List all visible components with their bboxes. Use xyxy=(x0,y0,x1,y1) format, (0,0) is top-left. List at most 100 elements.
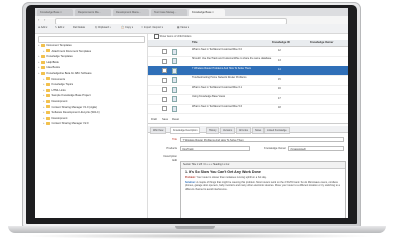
draft-tab[interactable]: Draft xyxy=(151,117,157,123)
copy-button[interactable]: 📋 Copy ▾ xyxy=(121,26,133,29)
tree-item[interactable]: + Development xyxy=(43,99,67,104)
table-row[interactable]: What is New in TechExcel CustomerWise 5.… xyxy=(148,104,348,114)
tab-knowledge-description[interactable]: Knowledge Description xyxy=(170,126,201,134)
clipboard-button[interactable]: ⎘ Clipboard ▾ xyxy=(95,26,111,29)
document-icon xyxy=(172,67,177,74)
tree-item[interactable]: + Idea Books xyxy=(38,65,60,70)
row-checkbox[interactable] xyxy=(162,106,167,111)
editor-content[interactable]: 1. It's So Slow You Can't Get Any Work D… xyxy=(185,170,341,193)
tree-item-label: Knowledge Templates xyxy=(46,55,73,59)
browser-tab[interactable]: Development Mana... xyxy=(113,9,149,16)
tab-linked-knowledge[interactable]: Linked Knowledge xyxy=(264,126,290,134)
app-toolbar: ⊕ Add ▾ ✎ Edit ▾ Del Delete ⎘ Clipboard … xyxy=(35,24,348,34)
description-editor[interactable]: Section Title 1 ▾ B I U ≡ ≡ ≡ Heading 1 … xyxy=(180,161,346,218)
laptop-notch xyxy=(175,226,215,229)
row-checkbox[interactable] xyxy=(162,77,167,83)
table-row[interactable]: Troubleshooting Home Network Router Prob… xyxy=(148,76,348,86)
document-icon xyxy=(172,96,177,102)
column-knowledge-id[interactable]: Knowledge ID xyxy=(272,40,290,46)
title-field[interactable]: 7 Wireless Router Problems And How To So… xyxy=(180,137,344,142)
browser-tabbar: Knowledge Base × Requirements Ma... Deve… xyxy=(35,8,348,16)
edit-button[interactable]: ✎ Edit ▾ xyxy=(55,26,64,29)
grid-header: Title Knowledge ID Knowledge Owner xyxy=(148,40,348,47)
row-checkbox[interactable] xyxy=(162,58,167,64)
row-knowledge-id: 18 xyxy=(278,106,281,109)
folder-icon xyxy=(46,116,50,120)
tree-item[interactable]: + Knowledge Templates xyxy=(38,54,73,59)
tree-item-label: Attachment Document Templates xyxy=(51,49,92,53)
tree-item-label: Software Development Lifecycle (SDLC) xyxy=(51,111,100,115)
row-knowledge-id: 17 xyxy=(278,96,281,100)
editor-toolbar-controls[interactable]: Section Title 1 ▾ B I U ≡ ≡ ≡ Heading 1 … xyxy=(181,163,229,166)
tree-item[interactable]: + Document Templates xyxy=(38,43,72,48)
row-checkbox[interactable] xyxy=(162,49,167,54)
owner-select[interactable]: (Unassigned) xyxy=(288,146,344,151)
row-title: Should I Use DevTrack and CustomerWise t… xyxy=(192,57,272,60)
row-checkbox[interactable] xyxy=(162,87,167,92)
row-checkbox[interactable] xyxy=(162,96,167,102)
add-button[interactable]: ⊕ Add ▾ xyxy=(38,26,47,29)
column-owner[interactable]: Knowledge Owner xyxy=(310,40,333,46)
solution-paragraph: Solution: A couple of things that might … xyxy=(185,181,341,191)
products-select[interactable]: DevTrack xyxy=(180,146,250,151)
document-icon xyxy=(172,48,177,55)
table-row[interactable]: Using Knowledge Base Views 17 xyxy=(148,95,348,105)
column-title[interactable]: Title xyxy=(192,40,197,46)
tree-item[interactable]: + Knowledge Topics xyxy=(43,82,73,87)
editor-toolbar[interactable]: Section Title 1 ▾ B I U ≡ ≡ ≡ Heading 1 … xyxy=(181,162,345,169)
tab-wiki-view[interactable]: Wiki View xyxy=(150,126,167,134)
browser-tab[interactable]: Test Case Manag... xyxy=(151,9,187,16)
child-folder-label: Show items of child folders xyxy=(159,35,192,38)
row-knowledge-id: 12 xyxy=(278,49,281,52)
row-knowledge-id: 16 xyxy=(278,87,281,90)
browser-tab[interactable]: Knowledge Base × xyxy=(37,9,73,16)
checkbox-icon[interactable] xyxy=(154,34,159,39)
folder-icon xyxy=(41,66,45,70)
document-icon xyxy=(172,58,177,64)
delete-button[interactable]: Del Delete xyxy=(73,26,85,29)
tree-item[interactable]: + Help/Book xyxy=(38,60,59,65)
products-label: Products xyxy=(166,147,177,150)
row-checkbox[interactable] xyxy=(162,68,167,73)
app-screen: Knowledge Base × Requirements Ma... Deve… xyxy=(35,8,348,218)
tree-item[interactable]: + Documents xyxy=(43,77,65,82)
tree-item-label: HTML Links xyxy=(51,88,66,92)
tab-versions[interactable]: Versions xyxy=(220,126,236,134)
folder-icon xyxy=(46,94,50,98)
tree-item[interactable]: + Content Sharing Manager V1.0 (Agile) xyxy=(43,105,97,110)
back-icon[interactable]: ‹ xyxy=(38,17,39,22)
tree-item-label: Document Templates xyxy=(46,44,72,47)
tree-item[interactable]: + Sample Knowledge Base Project xyxy=(43,93,91,98)
tree-item[interactable]: + HTML Links xyxy=(43,88,66,93)
table-row-selected[interactable]: 7 Wireless Router Problems And How To So… xyxy=(148,66,348,76)
tree-item-label: Knowledgeline Beta for ABC Software xyxy=(46,72,92,75)
folder-icon xyxy=(46,49,50,53)
table-row[interactable]: What is New in TechExcel CustomerWise 6.… xyxy=(148,47,348,57)
document-icon xyxy=(172,86,177,93)
tree-item[interactable]: + Attachment Document Templates xyxy=(43,49,91,54)
save-tab[interactable]: Save xyxy=(162,117,168,123)
table-row[interactable]: Should I Use DevTrack and CustomerWise t… xyxy=(148,57,348,67)
table-row[interactable]: What is New in TechExcel CustomerWise 6.… xyxy=(148,85,348,95)
tab-all-links[interactable]: All Links xyxy=(236,126,251,134)
tree-item[interactable]: + Development xyxy=(43,116,67,121)
document-icon xyxy=(172,105,177,112)
reset-tab[interactable]: Reset xyxy=(172,117,179,123)
row-title: 7 Wireless Router Problems And How To So… xyxy=(192,66,252,70)
tab-history[interactable]: History xyxy=(206,126,220,134)
forward-icon[interactable]: › xyxy=(44,17,45,22)
tree-item-label: Help/Book xyxy=(46,60,59,64)
row-knowledge-id: 13 xyxy=(278,58,281,62)
import-export-button[interactable]: ⇪ Import / Export ▾ xyxy=(141,26,163,29)
description-edit-label: Edit xyxy=(172,159,177,162)
tree-item[interactable]: + Content Sharing Manager V2.0 xyxy=(43,121,89,126)
tab-notes[interactable]: Notes xyxy=(252,126,265,134)
tree-item[interactable]: + Knowledgeline Beta for ABC Software xyxy=(38,71,92,76)
tree-search-input[interactable] xyxy=(38,36,145,43)
tree-item[interactable]: + Software Development Lifecycle (SDLC) xyxy=(43,110,100,115)
browser-tab[interactable]: Requirements Ma... xyxy=(75,9,111,16)
tree-item-label: Idea Books xyxy=(46,66,60,70)
views-button[interactable]: ▦ Views ▾ xyxy=(177,26,189,29)
row-knowledge-id: 14 xyxy=(278,68,281,71)
browser-tab-active[interactable]: Knowledge Base × xyxy=(189,9,225,16)
